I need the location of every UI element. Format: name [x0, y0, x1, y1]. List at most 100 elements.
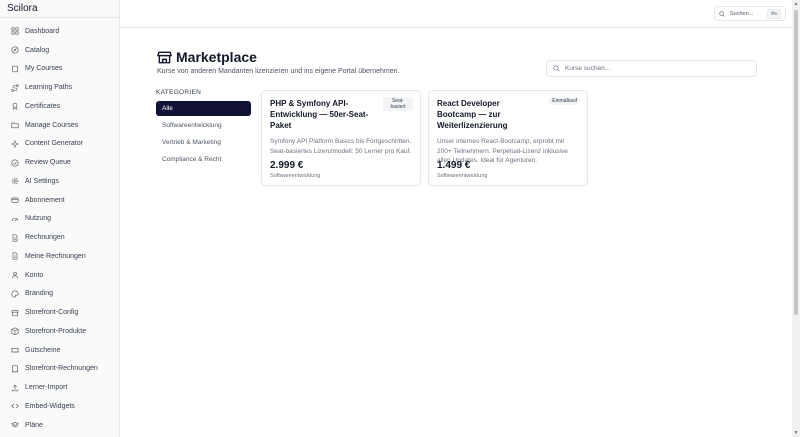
course-search-input[interactable]: Kurse suchen...	[546, 60, 757, 77]
code-icon	[11, 404, 19, 409]
sidebar-item-meine-rechnungen[interactable]: Meine Rechnungen	[0, 247, 119, 266]
course-category: Softwareentwicklung	[437, 173, 488, 179]
page-heading: Marketplace	[157, 49, 257, 65]
sidebar-item-label: Catalog	[25, 46, 50, 54]
ticket-icon	[11, 348, 19, 353]
category-item-alle[interactable]: Alle	[156, 101, 251, 116]
document-icon	[12, 252, 18, 260]
sidebar-item-label: Abonnement	[25, 196, 65, 204]
gauge-icon	[11, 217, 19, 222]
certificate-icon	[12, 103, 18, 111]
receipt-icon	[12, 365, 18, 373]
sidebar-item-my-courses[interactable]: My Courses	[0, 60, 119, 79]
sidebar-item-label: Certificates	[25, 102, 61, 110]
sidebar-item-ai-settings[interactable]: AI Settings	[0, 172, 119, 191]
course-card[interactable]: React Developer Bootcamp — zur Weiterliz…	[428, 90, 588, 186]
sidebar-item-learning-paths[interactable]: Learning Paths	[0, 78, 119, 97]
sidebar-item-storefront-config[interactable]: Storefront-Config	[0, 303, 119, 322]
scroll-up-arrow-icon[interactable]: ▲	[793, 1, 799, 7]
sidebar-item-label: Storefront-Rechnungen	[25, 365, 98, 373]
sidebar-item-lerner-import[interactable]: Lerner-Import	[0, 378, 119, 397]
sidebar-item-dashboard[interactable]: Dashboard	[0, 22, 119, 41]
sidebar-item-label: Rechnungen	[25, 234, 65, 242]
course-category: Softwareentwicklung	[270, 173, 321, 179]
upload-icon	[11, 384, 19, 391]
page-title: Marketplace	[176, 49, 257, 65]
course-card[interactable]: PHP & Symfony API-Entwicklung — 50er-Sea…	[261, 90, 421, 186]
category-item-softwareentwicklung[interactable]: Softwareentwicklung	[156, 118, 251, 133]
sidebar-item-label: Dashboard	[25, 27, 60, 35]
sidebar-item-nutzung[interactable]: Nutzung	[0, 210, 119, 229]
sidebar-item-review-queue[interactable]: Review Queue	[0, 153, 119, 172]
sparkle-icon	[11, 139, 19, 148]
sidebar-item-label: Storefront-Produkte	[25, 327, 87, 335]
sidebar-item-label: Meine Rechnungen	[25, 252, 86, 260]
sidebar-item-abonnement[interactable]: Abonnement	[0, 191, 119, 210]
path-icon	[11, 83, 19, 92]
sidebar-item-konto[interactable]: Konto	[0, 266, 119, 285]
brand-logo[interactable]: Scilora	[0, 0, 119, 18]
course-description: Symfony API Platform Basics bis Fortgesc…	[270, 138, 412, 155]
card-icon	[11, 197, 19, 203]
sidebar-item-embed-widgets[interactable]: Embed-Widgets	[0, 397, 119, 416]
grid-icon	[11, 27, 19, 35]
sidebar-item-certificates[interactable]: Certificates	[0, 97, 119, 116]
course-card-header: PHP & Symfony API-Entwicklung — 50er-Sea…	[270, 97, 413, 131]
main-content: Marketplace Kurse von anderen Mandanten …	[120, 28, 792, 437]
sidebar-item-label: AI Settings	[25, 177, 59, 185]
search-icon	[553, 65, 560, 72]
sidebar-item-plaene[interactable]: Pläne	[0, 416, 119, 435]
sidebar-item-storefront-rechnungen[interactable]: Storefront-Rechnungen	[0, 360, 119, 379]
keyboard-shortcut-badge: ⌘K	[767, 8, 781, 19]
license-badge: Seat-basiert	[383, 97, 413, 111]
book-icon	[12, 65, 18, 72]
category-item-vertrieb-marketing[interactable]: Vertrieb & Marketing	[156, 135, 251, 150]
search-icon	[719, 10, 725, 17]
sidebar-item-label: Embed-Widgets	[25, 402, 75, 410]
sidebar-item-label: Branding	[25, 290, 54, 298]
sidebar-item-rechnungen[interactable]: Rechnungen	[0, 228, 119, 247]
sidebar-item-label: Pläne	[25, 421, 43, 429]
sidebar-item-label: Gutscheine	[25, 346, 61, 354]
license-badge: Einmalkauf	[549, 97, 580, 105]
global-search-button[interactable]: Suchen... ⌘K	[714, 6, 786, 21]
user-icon	[12, 272, 18, 279]
gear-icon	[11, 178, 19, 185]
sidebar-item-label: My Courses	[25, 65, 63, 73]
sidebar-item-label: Review Queue	[25, 159, 71, 167]
sidebar-item-label: Manage Courses	[25, 121, 79, 129]
layers-icon	[11, 421, 19, 428]
sidebar-nav: Dashboard Catalog My Courses Learning Pa…	[0, 18, 119, 435]
scroll-down-arrow-icon[interactable]: ▼	[793, 430, 799, 436]
check-circle-icon	[11, 159, 19, 167]
palette-icon	[11, 290, 19, 298]
sidebar-item-label: Konto	[25, 271, 44, 279]
sidebar-item-storefront-produkte[interactable]: Storefront-Produkte	[0, 322, 119, 341]
category-heading: KATEGORIEN	[156, 89, 202, 96]
sidebar-item-content-generator[interactable]: Content Generator	[0, 135, 119, 154]
course-price: 1.499 €	[437, 160, 471, 171]
course-card-header: React Developer Bootcamp — zur Weiterliz…	[437, 97, 580, 131]
sidebar-item-label: Lerner-Import	[25, 384, 68, 392]
global-search-label: Suchen...	[730, 10, 754, 17]
sidebar-item-label: Nutzung	[25, 215, 52, 223]
course-price: 2.999 €	[270, 160, 304, 171]
compass-icon	[11, 46, 19, 54]
course-search-placeholder: Kurse suchen...	[565, 65, 611, 72]
category-item-compliance-recht[interactable]: Compliance & Recht	[156, 152, 251, 167]
page-subtitle: Kurse von anderen Mandanten lizenzieren …	[157, 68, 400, 75]
box-icon	[11, 327, 19, 336]
sidebar-item-label: Learning Paths	[25, 84, 73, 92]
sidebar-item-branding[interactable]: Branding	[0, 285, 119, 304]
page-scrollbar[interactable]: ▲ ▼	[792, 0, 800, 437]
document-icon	[12, 234, 18, 242]
sidebar-item-catalog[interactable]: Catalog	[0, 41, 119, 60]
sidebar-item-gutscheine[interactable]: Gutscheine	[0, 341, 119, 360]
folder-icon	[11, 122, 19, 129]
sidebar: Scilora Dashboard Catalog My Courses Lea…	[0, 0, 120, 437]
sidebar-item-label: Content Generator	[25, 140, 83, 148]
store-icon	[11, 309, 19, 316]
sidebar-item-manage-courses[interactable]: Manage Courses	[0, 116, 119, 135]
category-filter: KATEGORIEN Alle Softwareentwicklung Vert…	[156, 89, 251, 169]
scrollbar-thumb[interactable]	[794, 10, 798, 315]
